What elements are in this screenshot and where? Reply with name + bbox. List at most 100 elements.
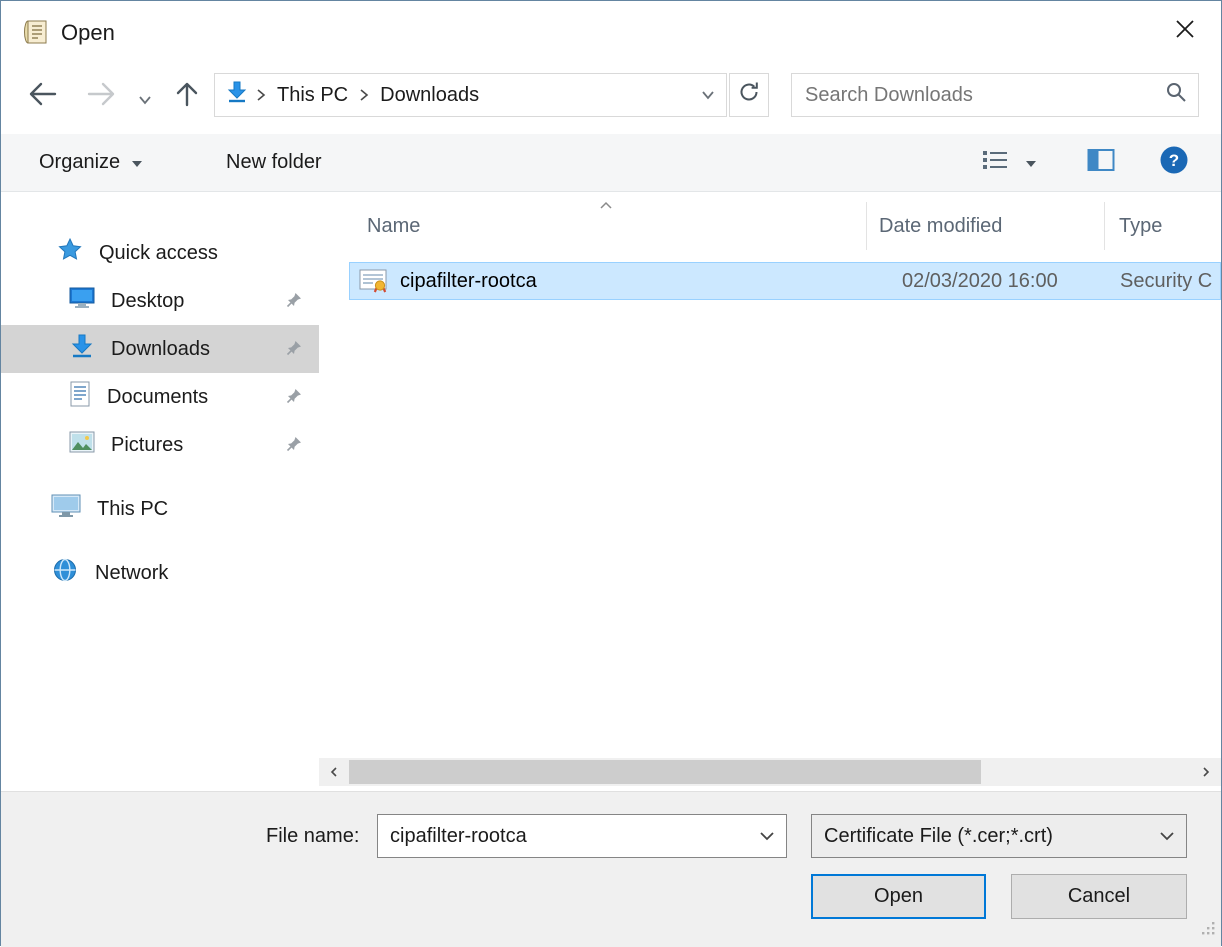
- file-date-cell: 02/03/2020 16:00: [902, 270, 1058, 293]
- file-name-cell: cipafilter-rootca: [400, 270, 537, 293]
- back-arrow-icon: [27, 91, 59, 113]
- column-header-date-modified[interactable]: Date modified: [867, 202, 1105, 250]
- sidebar-item-label: Pictures: [111, 434, 183, 457]
- search-icon: [1165, 81, 1187, 109]
- footer-bar: File name: Certificate File (*.cer;*.crt…: [1, 791, 1221, 947]
- quick-access-star-icon: [57, 237, 83, 269]
- sidebar-item-this-pc[interactable]: This PC: [1, 485, 319, 533]
- refresh-button[interactable]: [729, 73, 769, 117]
- sidebar-item-label: Quick access: [99, 242, 218, 265]
- command-toolbar: Organize New folder: [1, 134, 1221, 192]
- scroll-left-icon[interactable]: [319, 758, 349, 786]
- cancel-button[interactable]: Cancel: [1011, 874, 1187, 919]
- recent-locations-button[interactable]: [137, 89, 153, 112]
- window-title: Open: [61, 20, 115, 46]
- file-type-dropdown-button[interactable]: [1148, 815, 1186, 857]
- file-type-select[interactable]: Certificate File (*.cer;*.crt): [811, 814, 1187, 858]
- address-bar[interactable]: This PC Downloads: [214, 73, 727, 117]
- new-folder-button[interactable]: New folder: [226, 134, 322, 191]
- column-label: Name: [367, 215, 420, 238]
- sidebar-item-label: This PC: [97, 498, 168, 521]
- chevron-down-icon: [137, 89, 153, 111]
- open-dialog-window: Open: [0, 0, 1222, 946]
- column-header-type[interactable]: Type: [1105, 202, 1221, 250]
- file-type-value: Certificate File (*.cer;*.crt): [812, 825, 1148, 848]
- file-name-dropdown-button[interactable]: [748, 815, 786, 857]
- sidebar-item-documents[interactable]: Documents: [1, 373, 319, 421]
- desktop-icon: [69, 286, 95, 316]
- documents-icon: [69, 381, 91, 413]
- file-row-cipafilter-rootca[interactable]: cipafilter-rootca 02/03/2020 16:00 Secur…: [349, 262, 1221, 300]
- column-header-name[interactable]: Name: [349, 202, 867, 250]
- svg-text:?: ?: [1169, 151, 1179, 170]
- preview-pane-icon: [1087, 148, 1115, 178]
- close-button[interactable]: [1161, 9, 1209, 55]
- network-icon: [51, 557, 79, 589]
- sidebar-item-downloads[interactable]: Downloads: [1, 325, 319, 373]
- help-icon: ?: [1159, 145, 1189, 181]
- pin-icon: [285, 387, 303, 411]
- this-pc-icon: [51, 493, 81, 525]
- pin-icon: [285, 435, 303, 459]
- sidebar-item-network[interactable]: Network: [1, 549, 319, 597]
- file-list-area: Name Date modified Type cipafilter: [319, 192, 1221, 791]
- sidebar-item-label: Downloads: [111, 338, 210, 361]
- address-dropdown-button[interactable]: [690, 74, 726, 116]
- scrollbar-track[interactable]: [349, 758, 1191, 786]
- up-arrow-icon: [173, 91, 201, 113]
- file-type-cell: Security C: [1120, 270, 1212, 293]
- sidebar-item-quick-access[interactable]: Quick access: [1, 229, 319, 277]
- navigation-bar: This PC Downloads: [1, 67, 1221, 123]
- sidebar-item-desktop[interactable]: Desktop: [1, 277, 319, 325]
- scrollbar-thumb[interactable]: [349, 760, 981, 784]
- pin-icon: [285, 291, 303, 315]
- chevron-down-icon: [700, 84, 716, 107]
- column-label: Date modified: [879, 215, 1002, 238]
- dropdown-triangle-icon: [1025, 151, 1037, 174]
- horizontal-scrollbar[interactable]: [319, 758, 1221, 786]
- forward-arrow-icon: [85, 91, 117, 113]
- file-name-combobox: [377, 814, 787, 858]
- search-button[interactable]: [1154, 81, 1198, 109]
- open-button-label: Open: [874, 885, 923, 908]
- column-headers: Name Date modified Type: [349, 202, 1221, 250]
- file-name-label: File name:: [266, 814, 359, 858]
- scroll-right-icon[interactable]: [1191, 758, 1221, 786]
- new-folder-label: New folder: [226, 151, 322, 174]
- pictures-icon: [69, 431, 95, 459]
- up-button[interactable]: [173, 80, 201, 114]
- list-view-icon: [981, 148, 1009, 178]
- change-view-button[interactable]: [981, 134, 1037, 191]
- sidebar-item-label: Documents: [107, 386, 208, 409]
- chevron-down-icon: [1159, 825, 1175, 848]
- sidebar-item-label: Network: [95, 562, 168, 585]
- open-button[interactable]: Open: [811, 874, 986, 919]
- sidebar-item-pictures[interactable]: Pictures: [1, 421, 319, 469]
- close-icon: [1174, 18, 1196, 46]
- downloads-icon: [69, 333, 95, 365]
- breadcrumb-downloads[interactable]: Downloads: [376, 84, 483, 107]
- chevron-down-icon: [759, 825, 775, 848]
- dropdown-triangle-icon: [131, 151, 143, 174]
- navigation-pane: Quick access Desktop: [1, 192, 319, 791]
- cancel-button-label: Cancel: [1068, 885, 1130, 908]
- breadcrumb-this-pc[interactable]: This PC: [273, 84, 352, 107]
- help-button[interactable]: ?: [1159, 134, 1189, 191]
- preview-pane-button[interactable]: [1087, 134, 1115, 191]
- file-name-input[interactable]: [378, 825, 748, 848]
- search-box: [791, 73, 1199, 117]
- titlebar: Open: [1, 1, 1221, 63]
- refresh-icon: [738, 81, 760, 109]
- breadcrumb-chevron-icon: [255, 87, 267, 103]
- organize-label: Organize: [39, 151, 120, 174]
- search-input[interactable]: [792, 84, 1154, 107]
- open-dialog-icon: [21, 17, 51, 53]
- resize-grip[interactable]: [1200, 919, 1216, 942]
- pin-icon: [285, 339, 303, 363]
- certificate-file-icon: [358, 268, 388, 294]
- forward-button[interactable]: [85, 80, 117, 114]
- column-label: Type: [1119, 215, 1162, 238]
- organize-button[interactable]: Organize: [39, 134, 143, 191]
- back-button[interactable]: [27, 80, 59, 114]
- downloads-folder-icon: [225, 80, 249, 110]
